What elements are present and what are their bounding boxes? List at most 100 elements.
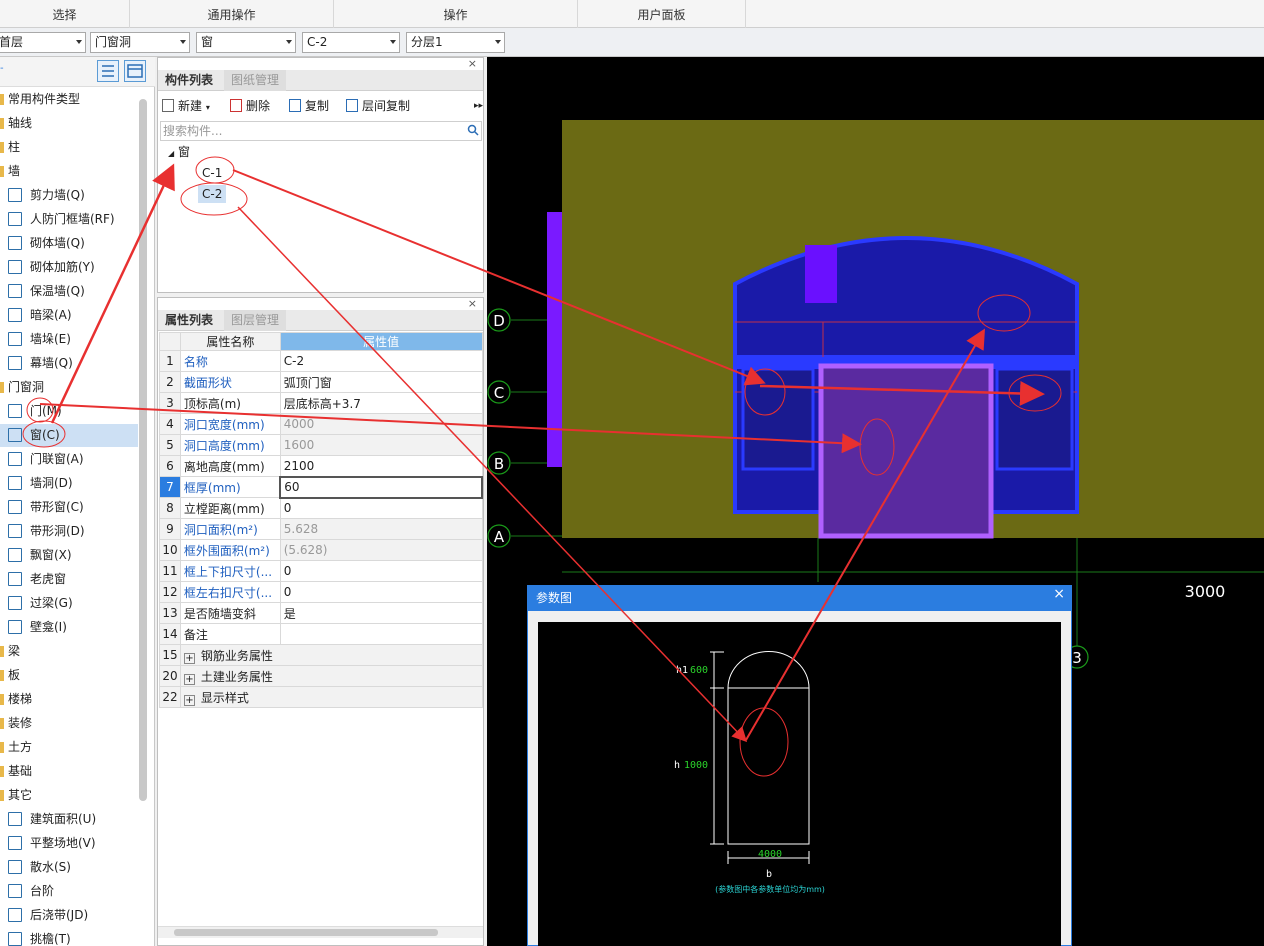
nav-item-33[interactable]: 台阶 [0,880,138,903]
property-row[interactable]: 10 框外围面积(m²) (5.628) [159,539,483,561]
property-row[interactable]: 4 洞口宽度(mm) 4000 [159,413,483,435]
tree-item-c2[interactable]: C-2 [198,185,227,203]
close-icon[interactable]: × [468,297,477,310]
property-row[interactable]: 13 是否随墙变斜是 [159,602,483,624]
hscroll-thumb[interactable] [174,929,438,936]
nav-item-9[interactable]: 暗梁(A) [0,304,138,327]
copy-button[interactable]: 复制 [289,95,329,117]
nav-item-21[interactable]: 过梁(G) [0,592,138,615]
property-value[interactable]: 4000 [279,413,483,435]
nav-item-2[interactable]: 柱 [0,136,138,159]
ribbon-group-user-panel[interactable]: 用户面板 [578,0,746,28]
property-row[interactable]: 3 顶标高(m) 层底标高+3.7 [159,392,483,414]
component-select[interactable]: C-2 [302,32,400,53]
ribbon-group-select[interactable]: 选择 [0,0,130,28]
nav-item-3[interactable]: 墙 [0,160,138,183]
property-value[interactable]: 0 [279,560,483,582]
property-row[interactable]: 22 + 显示样式 [159,686,483,708]
nav-item-22[interactable]: 壁龛(I) [0,616,138,639]
nav-item-12[interactable]: 门窗洞 [0,376,138,399]
property-value[interactable]: (5.628) [279,539,483,561]
nav-item-28[interactable]: 基础 [0,760,138,783]
nav-item-30[interactable]: 建筑面积(U) [0,808,138,831]
icon-view-icon[interactable] [124,60,146,82]
nav-item-10[interactable]: 墙垛(E) [0,328,138,351]
property-row[interactable]: 9 洞口面积(m²) 5.628 [159,518,483,540]
component-search-input[interactable]: 搜索构件... [160,121,482,141]
more-icon[interactable]: ▸▸ [474,95,483,117]
property-row[interactable]: 6 离地高度(mm) 2100 [159,455,483,477]
tab-drawing-manage[interactable]: 图纸管理 [224,70,287,91]
property-value[interactable]: 2100 [279,455,483,477]
expand-icon[interactable]: + [183,694,195,706]
ribbon-group-general[interactable]: 通用操作 [130,0,334,28]
property-row[interactable]: 7 框厚(mm) 60 [159,475,483,499]
nav-item-18[interactable]: 带形洞(D) [0,520,138,543]
nav-scrollbar[interactable] [139,99,147,801]
property-value[interactable]: C-2 [279,350,483,372]
tab-layer-manage[interactable]: 图层管理 [224,310,287,331]
property-value[interactable]: 弧顶门窗 [279,371,483,393]
nav-item-6[interactable]: 砌体墙(Q) [0,232,138,255]
property-hscrollbar[interactable] [158,926,483,938]
close-icon[interactable]: × [1053,586,1065,602]
property-row[interactable]: 2 截面形状 弧顶门窗 [159,371,483,393]
nav-item-5[interactable]: 人防门框墙(RF) [0,208,138,231]
nav-item-11[interactable]: 幕墙(Q) [0,352,138,375]
property-value[interactable]: 0 [279,497,483,519]
nav-item-17[interactable]: 带形窗(C) [0,496,138,519]
nav-item-7[interactable]: 砌体加筋(Y) [0,256,138,279]
nav-item-23[interactable]: 梁 [0,640,138,663]
nav-item-25[interactable]: 楼梯 [0,688,138,711]
layer-select[interactable]: 分层1 [406,32,505,53]
nav-item-24[interactable]: 板 [0,664,138,687]
nav-item-0[interactable]: 常用构件类型 [0,88,138,111]
delete-button[interactable]: 删除 [230,95,270,117]
nav-item-4[interactable]: 剪力墙(Q) [0,184,138,207]
property-value[interactable]: 是 [279,602,483,624]
nav-item-32[interactable]: 散水(S) [0,856,138,879]
property-value[interactable]: 层底标高+3.7 [279,392,483,414]
tab-component-list[interactable]: 构件列表 [158,70,220,91]
floor-copy-button[interactable]: 层间复制 [346,95,410,117]
floor-select[interactable]: 首层 [0,32,86,53]
tree-item-c1[interactable]: C-1 [198,164,226,182]
property-row[interactable]: 14 备注 [159,623,483,645]
property-value[interactable]: 60 [279,475,483,499]
tree-root-window[interactable]: ◢ 窗 [168,143,190,161]
property-row[interactable]: 12 框左右扣尺寸(... 0 [159,581,483,603]
property-row[interactable]: 5 洞口高度(mm) 1600 [159,434,483,456]
property-value[interactable] [279,623,483,645]
nav-item-1[interactable]: 轴线 [0,112,138,135]
close-icon[interactable]: × [468,57,477,70]
nav-item-31[interactable]: 平整场地(V) [0,832,138,855]
new-button[interactable]: 新建 ▾ [162,95,210,117]
nav-item-19[interactable]: 飘窗(X) [0,544,138,567]
nav-item-15[interactable]: 门联窗(A) [0,448,138,471]
collapse-icon[interactable]: - [0,63,4,74]
nav-item-14[interactable]: 窗(C) [0,424,138,447]
nav-item-35[interactable]: 挑檐(T) [0,928,138,946]
search-icon[interactable] [467,124,479,139]
nav-item-20[interactable]: 老虎窗 [0,568,138,591]
property-row[interactable]: 15 + 钢筋业务属性 [159,644,483,666]
category-select[interactable]: 门窗洞 [90,32,190,53]
property-value[interactable]: 0 [279,581,483,603]
nav-item-29[interactable]: 其它 [0,784,138,807]
property-value[interactable]: 1600 [279,434,483,456]
property-value[interactable]: 5.628 [279,518,483,540]
type-select[interactable]: 窗 [196,32,296,53]
expand-icon[interactable]: + [183,673,195,685]
property-row[interactable]: 1 名称 C-2 [159,350,483,372]
nav-item-8[interactable]: 保温墙(Q) [0,280,138,303]
nav-item-34[interactable]: 后浇带(JD) [0,904,138,927]
property-row[interactable]: 8 立樘距离(mm) 0 [159,497,483,519]
property-row[interactable]: 20 + 土建业务属性 [159,665,483,687]
nav-item-27[interactable]: 土方 [0,736,138,759]
ribbon-group-operation[interactable]: 操作 [334,0,578,28]
tab-property-list[interactable]: 属性列表 [158,310,220,331]
nav-item-26[interactable]: 装修 [0,712,138,735]
nav-item-13[interactable]: 门(M) [0,400,138,423]
expand-icon[interactable]: + [183,652,195,664]
property-row[interactable]: 11 框上下扣尺寸(... 0 [159,560,483,582]
